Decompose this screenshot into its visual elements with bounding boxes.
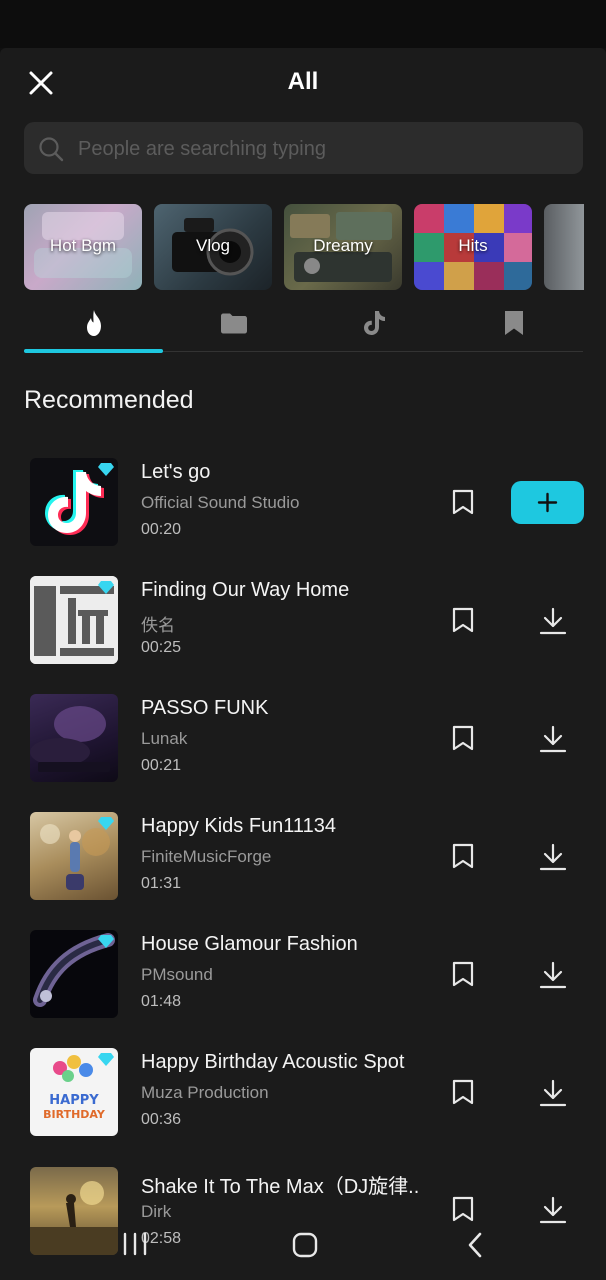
song-thumbnail: HAPPY BIRTHDAY: [30, 1048, 118, 1136]
passo-funk-artwork: [30, 706, 110, 772]
recent-apps-icon: [123, 1232, 147, 1256]
bookmark-outline-icon: [452, 961, 474, 987]
tab-saved[interactable]: [444, 300, 583, 352]
download-icon: [539, 1079, 567, 1107]
download-button[interactable]: [538, 1078, 568, 1108]
song-thumbnail: [30, 812, 118, 900]
song-title: Happy Kids Fun11134: [141, 815, 336, 837]
song-title: Finding Our Way Home: [141, 579, 350, 601]
song-row[interactable]: House Glamour Fashion PMsound 01:48: [0, 928, 606, 1024]
search-bar[interactable]: [24, 122, 583, 176]
song-row[interactable]: Let's go Official Sound Studio 00:20: [0, 456, 606, 552]
svg-text:BIRTHDAY: BIRTHDAY: [43, 1108, 106, 1121]
song-artist: FiniteMusicForge: [141, 847, 272, 866]
song-row[interactable]: PASSO FUNK Lunak 00:21: [0, 692, 606, 788]
bookmark-button[interactable]: [450, 842, 476, 870]
category-vlog[interactable]: Vlog: [154, 204, 272, 290]
home-icon: [292, 1232, 318, 1258]
song-title: Let's go: [141, 461, 211, 483]
bookmark-outline-icon: [452, 843, 474, 869]
song-thumbnail: [30, 930, 118, 1018]
song-thumbnail: [30, 694, 118, 782]
svg-text:HAPPY: HAPPY: [49, 1093, 99, 1108]
category-carousel[interactable]: Hot Bgm Vlog Dreamy Hits: [24, 204, 584, 290]
bookmark-button[interactable]: [450, 1078, 476, 1106]
tiktok-icon: [364, 311, 385, 335]
header: All: [0, 50, 606, 110]
category-label: Vlog: [195, 236, 231, 255]
song-duration: 01:48: [141, 993, 182, 1010]
song-title: PASSO FUNK: [141, 697, 269, 719]
diamond-icon: [98, 463, 114, 476]
bookmark-outline-icon: [452, 607, 474, 633]
song-title: Shake It To The Max（DJ旋律..: [141, 1176, 420, 1198]
bookmark-icon: [505, 311, 523, 335]
category-label: Dreamy: [313, 236, 373, 255]
tab-folder[interactable]: [164, 300, 303, 352]
bookmark-button[interactable]: [450, 606, 476, 634]
search-icon: [39, 137, 64, 162]
song-thumbnail: [30, 458, 118, 546]
tab-tiktok[interactable]: [304, 300, 443, 352]
song-duration: 01:31: [141, 875, 182, 892]
add-button[interactable]: [511, 481, 584, 524]
home-button[interactable]: [291, 1231, 319, 1264]
tab-hot[interactable]: [24, 300, 163, 352]
active-tab-indicator: [24, 349, 163, 353]
song-title: House Glamour Fashion: [141, 933, 358, 955]
song-artist: 佚名: [141, 616, 175, 635]
song-duration: 00:21: [141, 757, 182, 774]
category-hot-bgm[interactable]: Hot Bgm: [24, 204, 142, 290]
download-icon: [539, 725, 567, 753]
song-duration: 00:20: [141, 521, 182, 538]
category-hits[interactable]: Hits: [414, 204, 532, 290]
bookmark-outline-icon: [452, 489, 474, 515]
flame-icon: [87, 310, 101, 336]
status-bar: [0, 0, 606, 48]
song-artist: Official Sound Studio: [141, 493, 300, 512]
download-icon: [539, 607, 567, 635]
diamond-icon: [98, 817, 114, 830]
download-button[interactable]: [538, 842, 568, 872]
diamond-icon: [98, 1053, 114, 1066]
song-row[interactable]: HAPPY BIRTHDAY Happy Birthday Acoustic S…: [0, 1046, 606, 1142]
bookmark-button[interactable]: [450, 724, 476, 752]
recent-apps-button[interactable]: [122, 1232, 148, 1261]
plus-icon: [537, 492, 558, 513]
song-row[interactable]: Happy Kids Fun11134 FiniteMusicForge 01:…: [0, 810, 606, 906]
song-artist: PMsound: [141, 965, 213, 984]
page-title: All: [287, 68, 319, 95]
diamond-icon: [98, 581, 114, 594]
bookmark-button[interactable]: [450, 488, 476, 516]
song-row[interactable]: Finding Our Way Home 佚名 00:25: [0, 574, 606, 670]
system-nav-bar: [0, 1206, 606, 1280]
song-duration: 00:36: [141, 1111, 182, 1128]
library-tabs: [24, 300, 583, 354]
song-thumbnail: [30, 576, 118, 664]
bookmark-outline-icon: [452, 1079, 474, 1105]
bookmark-outline-icon: [452, 725, 474, 751]
category-label: Hits: [458, 236, 488, 255]
download-icon: [539, 843, 567, 871]
song-title: Happy Birthday Acoustic Spot: [141, 1051, 405, 1073]
song-duration: 00:25: [141, 639, 182, 656]
download-icon: [539, 961, 567, 989]
category-label: Hot Bgm: [49, 236, 117, 255]
bookmark-button[interactable]: [450, 960, 476, 988]
download-button[interactable]: [538, 960, 568, 990]
back-button[interactable]: [465, 1231, 485, 1264]
back-icon: [468, 1232, 482, 1258]
category-dreamy[interactable]: Dreamy: [284, 204, 402, 290]
song-artist: Lunak: [141, 729, 188, 748]
search-input[interactable]: [76, 122, 570, 176]
download-button[interactable]: [538, 606, 568, 636]
diamond-icon: [98, 935, 114, 948]
folder-icon: [221, 313, 247, 334]
song-artist: Muza Production: [141, 1083, 269, 1102]
download-button[interactable]: [538, 724, 568, 754]
section-title: Recommended: [24, 386, 194, 414]
category-more[interactable]: [544, 204, 584, 290]
